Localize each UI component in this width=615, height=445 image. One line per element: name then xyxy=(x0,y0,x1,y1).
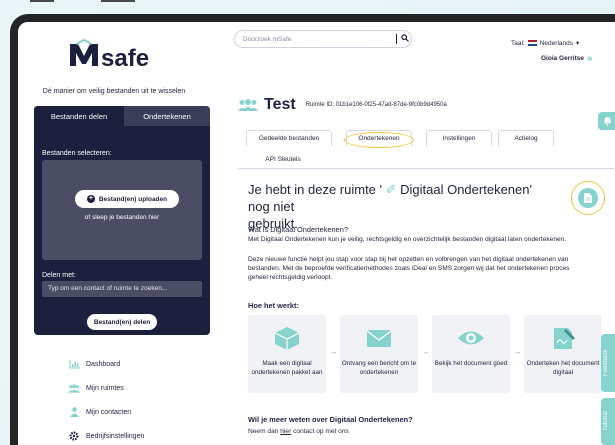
search-icon[interactable] xyxy=(401,34,409,44)
decor-bar-left xyxy=(30,0,54,2)
left-column: safe Dé manier om veilig bestanden uit t… xyxy=(18,22,210,445)
arrow-right-icon: → xyxy=(330,349,337,356)
flag-nl-icon xyxy=(527,40,537,46)
search-placeholder: Doorzoek mSafe xyxy=(243,35,292,43)
share-with-label: Delen met: xyxy=(42,272,76,279)
room-id: Ruimte ID: 01b1e106-0f25-47ad-87de-9fc0b… xyxy=(305,102,447,108)
pen-icon: ✐ xyxy=(382,182,401,197)
arrow-right-icon: → xyxy=(514,349,521,356)
tab-gedeelde-bestanden[interactable]: Gedeelde bestanden xyxy=(246,130,332,146)
svg-text:safe: safe xyxy=(101,45,149,72)
chevron-down-icon: ▾ xyxy=(575,40,580,47)
msafe-logo[interactable]: safe xyxy=(64,36,174,76)
notification-bell-icon[interactable] xyxy=(598,112,615,130)
envelope-icon xyxy=(366,330,392,347)
signature-icon xyxy=(554,328,575,349)
step-text: Maak een digitaal ondertekenen pakket aa… xyxy=(251,360,323,376)
person-icon xyxy=(68,407,80,417)
select-files-label: Bestanden selecteren: xyxy=(42,150,112,157)
gear-icon[interactable]: ✲ xyxy=(587,55,592,63)
feedback-tab[interactable]: Feedback xyxy=(601,334,615,392)
drop-hint: of sleep je bestanden hier xyxy=(84,214,160,221)
people-icon xyxy=(238,99,258,111)
new-signing-button[interactable] xyxy=(571,181,605,215)
steps-row: Maak een digitaal ondertekenen pakket aa… xyxy=(248,315,602,393)
document-icon xyxy=(578,188,598,208)
more-text: Neem dan hier contact op met ons xyxy=(248,427,578,436)
sidebar-item-label: Mijn contacten xyxy=(86,408,132,416)
more-title: Wil je meer weten over Digitaal Ondertek… xyxy=(248,415,413,424)
feedback-tab-label: Feedback xyxy=(603,349,609,377)
room-name: Test xyxy=(264,96,296,113)
step-card: Bekijk het document goed xyxy=(432,315,510,393)
sidebar-item-label: Dashboard xyxy=(86,360,121,368)
signing-empty-state: Je hebt in deze ruimte ' ✐ Digitaal Onde… xyxy=(238,168,614,445)
background: safe Dé manier om veilig bestanden uit t… xyxy=(0,0,615,445)
sidebar-item-mijn-ruimtes[interactable]: Mijn ruimtes xyxy=(68,376,208,400)
contact-link[interactable]: hier xyxy=(280,428,291,435)
user-name: Gioia Gerritse xyxy=(541,55,584,62)
app-screen: safe Dé manier om veilig bestanden uit t… xyxy=(18,22,615,445)
plus-icon: + xyxy=(86,195,95,203)
language-select[interactable]: Taal: Nederlands ▾ xyxy=(511,39,580,48)
decor-bar-right xyxy=(101,0,135,2)
tutorial-tab-label: Tutorial xyxy=(603,411,609,432)
tab-actielog[interactable]: Actielog xyxy=(498,130,554,146)
tagline: Dé manier om veilig bestanden uit te wis… xyxy=(42,88,186,95)
upload-button[interactable]: + Bestand(en) uploaden xyxy=(75,190,179,208)
people-icon xyxy=(68,383,80,393)
more-text-post: contact op met ons xyxy=(291,428,349,435)
new-feature-text: Deze nieuwe functie helpt jou stap voor … xyxy=(248,256,570,281)
step-text: Onderteken het document digitaal xyxy=(526,360,600,376)
language-value: Nederlands xyxy=(539,39,573,47)
tablet-frame: safe Dé manier om veilig bestanden uit t… xyxy=(10,14,615,445)
sidebar-item-label: Bedrijfsinstellingen xyxy=(86,432,145,440)
file-dropzone[interactable]: + Bestand(en) uploaden of sleep je besta… xyxy=(42,160,202,260)
room-header: Test Ruimte ID: 01b1e106-0f25-47ad-87de-… xyxy=(238,96,447,114)
step-card: Onderteken het document digitaal xyxy=(524,315,602,393)
step-text: Bekijk het document goed xyxy=(434,360,508,367)
tutorial-tab[interactable]: Tutorial xyxy=(601,398,615,445)
sidebar-item-label: Mijn ruimtes xyxy=(86,384,124,392)
more-text-pre: Neem dan xyxy=(248,428,281,435)
user-menu[interactable]: Gioia Gerritse ✲ xyxy=(541,55,592,63)
share-panel: Bestanden delen Ondertekenen Bestanden s… xyxy=(34,106,210,335)
sidebar-item-bedrijfsinstellingen[interactable]: Bedrijfsinstellingen xyxy=(68,424,208,445)
main-area: Doorzoek mSafe Taal: Nederlands ▾ Gioia … xyxy=(218,22,615,445)
language-label: Taal: xyxy=(511,39,525,47)
share-search-input[interactable]: Typ om een contact of ruimte te zoeken..… xyxy=(42,281,202,297)
chart-icon xyxy=(68,359,80,369)
tab-ondertekenen[interactable]: Ondertekenen xyxy=(124,106,210,126)
heading-feature: Digitaal Ondertekenen xyxy=(400,182,530,197)
tab-bestanden-delen[interactable]: Bestanden delen xyxy=(34,106,124,126)
box-icon xyxy=(274,327,300,350)
eye-icon xyxy=(458,331,484,345)
step-card: Maak een digitaal ondertekenen pakket aa… xyxy=(248,315,326,393)
what-title: Wat is Digitaal Ondertekenen? xyxy=(248,225,348,234)
sidebar-item-mijn-contacten[interactable]: Mijn contacten xyxy=(68,400,208,424)
tab-api-sleutels[interactable]: API Sleutels xyxy=(258,151,308,167)
arrow-right-icon: → xyxy=(422,349,429,356)
share-panel-tabs: Bestanden delen Ondertekenen xyxy=(34,106,210,126)
search-input[interactable]: Doorzoek mSafe xyxy=(234,30,412,48)
how-title: Hoe het werkt: xyxy=(248,301,299,310)
sidebar-nav: Dashboard Mijn ruimtes Mijn contacten Be… xyxy=(68,352,208,445)
step-text: Ontvang een bericht om te ondertekenen xyxy=(341,360,417,376)
heading-part: Je hebt in deze ruimte ' xyxy=(248,182,382,197)
what-text: Met Digitaal Ondertekenen kun je veilig,… xyxy=(248,236,567,243)
upload-button-label: Bestand(en) uploaden xyxy=(98,195,168,203)
sidebar-item-dashboard[interactable]: Dashboard xyxy=(68,352,208,376)
search-cursor xyxy=(396,34,397,44)
step-card: Ontvang een bericht om te ondertekenen xyxy=(340,315,418,393)
tab-highlight-ring xyxy=(344,132,414,148)
gear-icon xyxy=(68,431,80,441)
tab-instellingen[interactable]: Instellingen xyxy=(426,130,492,146)
share-files-button[interactable]: Bestand(en) delen xyxy=(87,314,157,330)
